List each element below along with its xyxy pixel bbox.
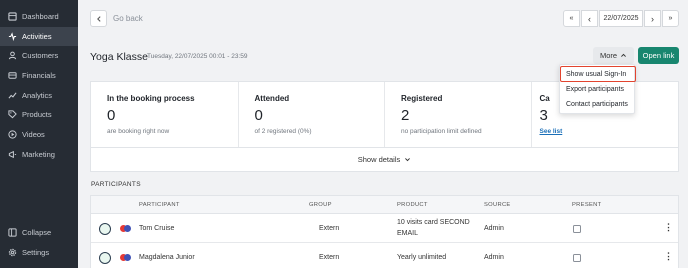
participant-product: Yearly unlimited — [397, 254, 447, 261]
sidebar-item-customers[interactable]: Customers — [0, 46, 78, 65]
present-checkbox[interactable] — [573, 254, 581, 262]
kebab-menu-icon[interactable]: ⋮ — [664, 222, 673, 233]
see-list-link[interactable]: See list — [540, 128, 563, 135]
participant-product: 10 visits card SECOND — [397, 219, 470, 226]
member-badge-icon — [120, 254, 132, 261]
sidebar-item-activities[interactable]: Activities — [0, 27, 78, 46]
sidebar-item-label: Dashboard — [22, 12, 59, 21]
participant-name[interactable]: Magdalena Junior — [139, 254, 195, 261]
gear-icon — [8, 248, 17, 257]
page-title: Yoga Klasse — [90, 51, 148, 63]
sidebar: Dashboard Activities Customers Financial… — [0, 0, 78, 268]
participant-group: Extern — [319, 254, 340, 261]
more-dropdown-menu: Show usual Sign-In Export participants C… — [559, 64, 636, 114]
sidebar-item-settings[interactable]: Settings — [0, 243, 78, 262]
stat-sub: of 2 registered (0%) — [254, 128, 312, 135]
play-icon — [8, 130, 17, 139]
stat-value: 0 — [254, 107, 263, 124]
col-group[interactable]: GROUP — [309, 202, 332, 208]
megaphone-icon — [8, 150, 17, 159]
prev-date-button[interactable]: ‹ — [581, 10, 598, 27]
first-date-button[interactable]: « — [563, 10, 580, 27]
stat-label: In the booking process — [107, 94, 195, 103]
sidebar-item-label: Videos — [22, 130, 45, 139]
collapse-icon — [8, 228, 17, 237]
col-source[interactable]: SOURCE — [484, 202, 511, 208]
table-header: PARTICIPANT GROUP PRODUCT SOURCE PRESENT — [91, 196, 678, 214]
participant-product-cont: EMAIL — [397, 230, 419, 237]
avatar — [99, 223, 111, 235]
table-row[interactable]: Tom Cruise Extern 10 visits card SECOND … — [91, 215, 678, 243]
sidebar-item-products[interactable]: Products — [0, 105, 78, 124]
stat-attended: Attended 0 of 2 registered (0%) — [239, 82, 385, 147]
stat-label: Attended — [254, 94, 290, 103]
page-subtitle: Tuesday, 22/07/2025 00:01 - 23:59 — [147, 53, 248, 60]
show-details-toggle[interactable]: Show details — [90, 148, 679, 172]
sidebar-item-label: Marketing — [22, 150, 55, 159]
financials-icon — [8, 71, 17, 80]
chevron-left-icon — [96, 15, 101, 22]
sidebar-item-label: Analytics — [22, 91, 53, 100]
section-title: PARTICIPANTS — [91, 181, 141, 188]
avatar — [99, 252, 111, 264]
participant-source: Admin — [484, 254, 504, 261]
dashboard-icon — [8, 12, 17, 21]
sidebar-item-label: Financials — [22, 71, 56, 80]
analytics-icon — [8, 91, 17, 100]
present-checkbox[interactable] — [573, 225, 581, 233]
col-product[interactable]: PRODUCT — [397, 202, 428, 208]
back-button[interactable] — [90, 10, 107, 27]
menu-item-show-usual-sign-in[interactable]: Show usual Sign-In — [566, 71, 626, 78]
kebab-menu-icon[interactable]: ⋮ — [664, 251, 673, 262]
sidebar-item-label: Activities — [22, 32, 52, 41]
last-date-button[interactable]: » — [662, 10, 679, 27]
stat-value: 3 — [539, 107, 548, 124]
back-label[interactable]: Go back — [113, 14, 143, 23]
user-icon — [8, 51, 17, 60]
stat-value: 2 — [401, 107, 410, 124]
stat-label: Registered — [401, 94, 443, 103]
sidebar-item-dashboard[interactable]: Dashboard — [0, 7, 78, 26]
open-link-button[interactable]: Open link — [638, 47, 679, 64]
sidebar-item-marketing[interactable]: Marketing — [0, 145, 78, 164]
sidebar-item-label: Products — [22, 110, 52, 119]
stat-sub: are booking right now — [107, 128, 170, 135]
participant-group: Extern — [319, 225, 340, 232]
participants-table: PARTICIPANT GROUP PRODUCT SOURCE PRESENT… — [90, 195, 679, 268]
stat-label: Ca — [539, 94, 550, 103]
col-present[interactable]: PRESENT — [572, 202, 601, 208]
sidebar-item-analytics[interactable]: Analytics — [0, 86, 78, 105]
activity-icon — [8, 32, 17, 41]
next-date-button[interactable]: › — [644, 10, 661, 27]
date-display[interactable]: 22/07/2025 — [599, 10, 643, 27]
stat-booking: In the booking process 0 are booking rig… — [91, 82, 239, 147]
more-button[interactable]: More — [593, 47, 634, 64]
sidebar-item-videos[interactable]: Videos — [0, 125, 78, 144]
more-label: More — [599, 51, 618, 60]
menu-item-contact-participants[interactable]: Contact participants — [566, 101, 628, 108]
participant-source: Admin — [484, 225, 504, 232]
chevron-up-icon — [621, 53, 626, 57]
show-details-label: Show details — [357, 155, 401, 164]
menu-item-export-participants[interactable]: Export participants — [566, 86, 624, 93]
sidebar-item-label: Collapse — [22, 228, 52, 237]
member-badge-icon — [120, 225, 132, 232]
col-participant[interactable]: PARTICIPANT — [139, 202, 180, 208]
stat-value: 0 — [107, 107, 116, 124]
table-row[interactable]: Magdalena Junior Extern Yearly unlimited… — [91, 244, 678, 268]
sidebar-item-label: Settings — [22, 248, 50, 257]
chevron-down-icon — [405, 158, 411, 162]
stat-sub: no participation limit defined — [401, 128, 482, 135]
tag-icon — [8, 110, 17, 119]
sidebar-item-collapse[interactable]: Collapse — [0, 223, 78, 242]
sidebar-item-label: Customers — [22, 51, 59, 60]
stat-registered: Registered 2 no participation limit defi… — [385, 82, 532, 147]
sidebar-item-financials[interactable]: Financials — [0, 66, 78, 85]
participant-name[interactable]: Tom Cruise — [139, 225, 174, 232]
